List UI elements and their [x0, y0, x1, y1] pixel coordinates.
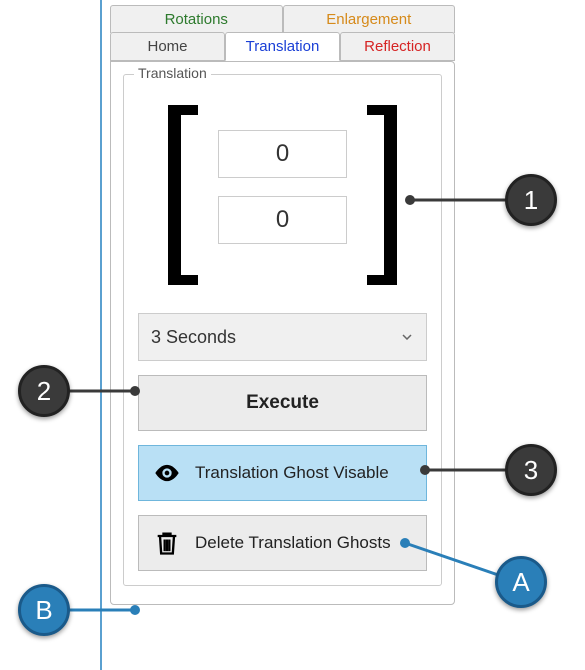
tab-enlargement[interactable]: Enlargement — [283, 5, 456, 33]
eye-icon — [153, 459, 181, 487]
fieldset-legend: Translation — [134, 65, 211, 81]
chevron-down-icon — [402, 334, 412, 340]
divider-line — [100, 0, 102, 670]
delete-ghosts-button[interactable]: Delete Translation Ghosts — [138, 515, 427, 571]
ghost-visible-button[interactable]: Translation Ghost Visable — [138, 445, 427, 501]
vector-inputs — [218, 130, 347, 244]
callout-b: B — [18, 584, 70, 636]
tab-home[interactable]: Home — [110, 32, 225, 61]
main-panel: Rotations Enlargement Home Translation R… — [110, 5, 455, 605]
tab-row-secondary: Rotations Enlargement — [110, 5, 455, 33]
leader-b — [60, 600, 140, 620]
tab-reflection[interactable]: Reflection — [340, 32, 455, 61]
translation-fieldset: Translation 3 Seconds — [123, 74, 442, 586]
vector-y-input[interactable] — [218, 196, 347, 244]
execute-button[interactable]: Execute — [138, 375, 427, 431]
tab-rotations[interactable]: Rotations — [110, 5, 283, 33]
delete-ghosts-label: Delete Translation Ghosts — [195, 533, 391, 553]
trash-icon — [153, 529, 181, 557]
execute-label: Execute — [246, 392, 319, 414]
tab-translation[interactable]: Translation — [225, 32, 340, 61]
tab-content: Translation 3 Seconds — [110, 61, 455, 605]
duration-select[interactable]: 3 Seconds — [138, 313, 427, 361]
duration-selected-label: 3 Seconds — [151, 327, 236, 348]
ghost-visible-label: Translation Ghost Visable — [195, 463, 389, 483]
callout-2: 2 — [18, 365, 70, 417]
callout-3: 3 — [505, 444, 557, 496]
tab-row-primary: Home Translation Reflection — [110, 32, 455, 61]
callout-1: 1 — [505, 174, 557, 226]
bracket-left-icon — [168, 105, 206, 285]
vector-x-input[interactable] — [218, 130, 347, 178]
bracket-right-icon — [359, 105, 397, 285]
leader-2 — [60, 381, 140, 401]
translation-vector-area — [138, 95, 427, 295]
callout-a: A — [495, 556, 547, 608]
